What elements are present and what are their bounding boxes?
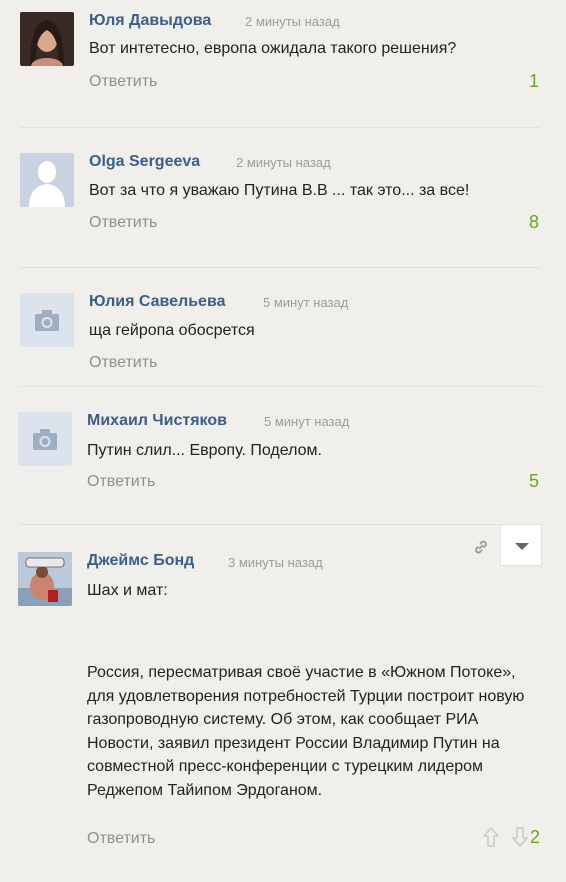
camera-icon xyxy=(20,293,74,347)
comment-author[interactable]: Olga Sergeeva xyxy=(89,153,200,171)
link-icon[interactable] xyxy=(473,539,489,555)
avatar[interactable] xyxy=(20,293,74,347)
reply-button[interactable]: Ответить xyxy=(89,214,157,232)
arrow-up-icon[interactable] xyxy=(482,826,500,853)
divider xyxy=(20,386,540,387)
comment-author[interactable]: Михаил Чистяков xyxy=(87,412,227,430)
comment-quote: Россия, пересматривая своё участие в «Юж… xyxy=(87,664,525,799)
comment-score: 2 xyxy=(529,827,540,847)
comment-score: 8 xyxy=(528,212,539,232)
comment-text: Шах и мат: xyxy=(87,582,168,599)
divider xyxy=(20,267,540,268)
comment-score: 1 xyxy=(528,71,539,91)
reply-button[interactable]: Ответить xyxy=(89,354,157,372)
comment-text: Путин слил... Европу. Поделом. xyxy=(87,442,322,459)
avatar[interactable] xyxy=(20,12,74,66)
comment-author[interactable]: Юлия Савельева xyxy=(89,293,225,311)
reply-button[interactable]: Ответить xyxy=(87,473,155,491)
chevron-down-icon[interactable] xyxy=(500,524,542,566)
comment-author[interactable]: Юля Давыдова xyxy=(89,12,211,30)
divider xyxy=(20,524,540,525)
comment-author[interactable]: Джеймс Бонд xyxy=(87,552,194,570)
comment-time[interactable]: 3 минуты назад xyxy=(228,555,323,570)
divider xyxy=(20,127,540,128)
comment-score: 5 xyxy=(528,471,539,491)
reply-button[interactable]: Ответить xyxy=(87,830,155,848)
comment-text: Вот интетесно, европа ожидала такого реш… xyxy=(89,40,457,57)
comment-time[interactable]: 5 минут назад xyxy=(263,295,348,310)
avatar[interactable] xyxy=(20,153,74,207)
comment-time[interactable]: 5 минут назад xyxy=(264,414,349,429)
comment-text: ща гейропа обосрется xyxy=(89,322,255,339)
arrow-down-icon[interactable] xyxy=(511,826,529,853)
comment-text: Вот за что я уважаю Путина В.В ... так э… xyxy=(89,182,470,199)
avatar[interactable] xyxy=(18,412,72,466)
user-silhouette-icon xyxy=(20,153,74,207)
comment-time[interactable]: 2 минуты назад xyxy=(236,155,331,170)
comment-time[interactable]: 2 минуты назад xyxy=(245,14,340,29)
reply-button[interactable]: Ответить xyxy=(89,73,157,91)
camera-icon xyxy=(18,412,72,466)
avatar[interactable] xyxy=(18,552,72,606)
